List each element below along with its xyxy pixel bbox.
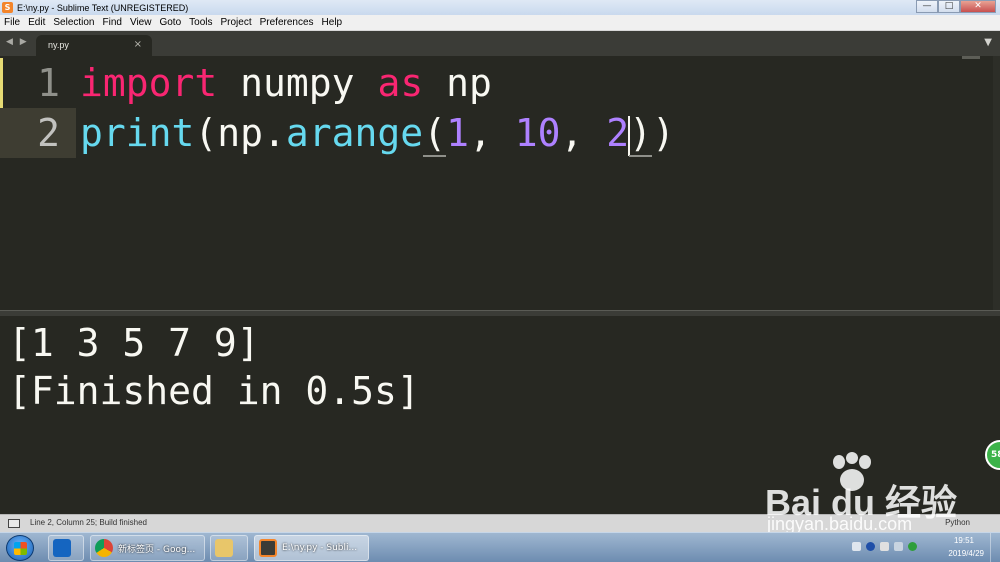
outlook-icon (53, 539, 71, 557)
panel-toggle-icon[interactable] (8, 519, 20, 528)
taskbar-sublime[interactable]: E:\ny.py - Subli... (254, 535, 369, 561)
chrome-icon (95, 539, 113, 557)
code-text[interactable]: print(np.arange(1, 10, 2)) (80, 108, 675, 158)
menu-selection[interactable]: Selection (49, 17, 98, 28)
menu-file[interactable]: File (0, 17, 24, 28)
maximize-button[interactable]: □ (938, 0, 960, 13)
menu-project[interactable]: Project (217, 17, 256, 28)
badge-count: 58 (991, 450, 1000, 460)
menu-help[interactable]: Help (318, 17, 347, 28)
menu-tools[interactable]: Tools (185, 17, 216, 28)
sublime-app-icon: S (2, 2, 13, 13)
menu-bar: File Edit Selection Find View Goto Tools… (0, 15, 1000, 31)
tab-nav-arrows-icon[interactable]: ◀ ▶ (6, 37, 29, 47)
menu-edit[interactable]: Edit (24, 17, 49, 28)
security-icon[interactable] (908, 542, 917, 551)
matched-paren-close: ) (629, 111, 653, 157)
show-desktop-button[interactable] (990, 533, 1000, 562)
keyboard-icon[interactable] (852, 542, 861, 551)
output-line: [Finished in 0.5s] (8, 369, 420, 413)
close-button[interactable]: ✕ (960, 0, 996, 13)
menu-find[interactable]: Find (99, 17, 126, 28)
clock-date[interactable]: 2019/4/29 (948, 549, 984, 558)
code-token: ) (652, 111, 675, 155)
help-icon[interactable] (866, 542, 875, 551)
windows-taskbar: 新标签页 - Goog... E:\ny.py - Subli... 19:51… (0, 532, 1000, 562)
taskbar-label: E:\ny.py - Subli... (282, 543, 358, 553)
code-token: , (560, 111, 607, 155)
module-name: numpy (217, 61, 378, 105)
start-button[interactable] (6, 535, 34, 561)
code-editor[interactable]: 1 import numpy as np 2 print(np.arange(1… (0, 56, 1000, 310)
number-literal: 10 (514, 111, 561, 155)
code-token: (np. (194, 111, 286, 155)
line-number: 1 (37, 61, 60, 105)
tab-dropdown-icon[interactable]: ▼ (984, 37, 992, 48)
taskbar-explorer[interactable] (210, 535, 248, 561)
flag-icon[interactable] (894, 542, 903, 551)
tab-label: ny.py (48, 40, 69, 50)
keyword-as: as (377, 61, 424, 105)
title-bar: S E:\ny.py - Sublime Text (UNREGISTERED)… (0, 0, 1000, 15)
sublime-icon (259, 539, 277, 557)
code-token: , (468, 111, 515, 155)
status-text: Line 2, Column 25; Build finished (30, 518, 147, 527)
system-tray: 19:51 2019/4/29 (840, 533, 1000, 562)
keyword-import: import (80, 61, 218, 105)
windows-logo-icon (14, 542, 27, 555)
network-icon[interactable] (880, 542, 889, 551)
code-line-2[interactable]: 2 print(np.arange(1, 10, 2)) (0, 108, 1000, 158)
taskbar-label: 新标签页 - Goog... (118, 544, 196, 555)
menu-preferences[interactable]: Preferences (256, 17, 318, 28)
tab-bar: ◀ ▶ ny.py × ▼ (0, 31, 1000, 56)
taskbar-chrome[interactable]: 新标签页 - Goog... (90, 535, 205, 561)
matched-paren-open: ( (423, 111, 447, 157)
folder-icon (215, 539, 233, 557)
tab-close-icon[interactable]: × (134, 39, 142, 50)
function-print: print (80, 111, 195, 155)
window-controls: — □ ✕ (916, 0, 996, 13)
alias-name: np (423, 61, 492, 105)
menu-view[interactable]: View (126, 17, 156, 28)
line-number: 2 (0, 108, 76, 158)
code-line-1[interactable]: 1 import numpy as np (0, 58, 1000, 108)
number-literal: 1 (446, 111, 469, 155)
taskbar-outlook[interactable] (48, 535, 84, 561)
code-text[interactable]: import numpy as np (80, 58, 492, 108)
baidu-jingyan-watermark: Bai du 经验 jingyan.baidu.com (765, 452, 985, 542)
output-line: [1 3 5 7 9] (8, 321, 260, 365)
clock-time[interactable]: 19:51 (954, 536, 974, 545)
number-literal: 2 (606, 111, 630, 155)
function-arange: arange (285, 111, 424, 155)
window-title: E:\ny.py - Sublime Text (UNREGISTERED) (17, 2, 189, 13)
tab-ny-py[interactable]: ny.py × (36, 35, 152, 56)
minimize-button[interactable]: — (916, 0, 938, 13)
menu-goto[interactable]: Goto (155, 17, 185, 28)
